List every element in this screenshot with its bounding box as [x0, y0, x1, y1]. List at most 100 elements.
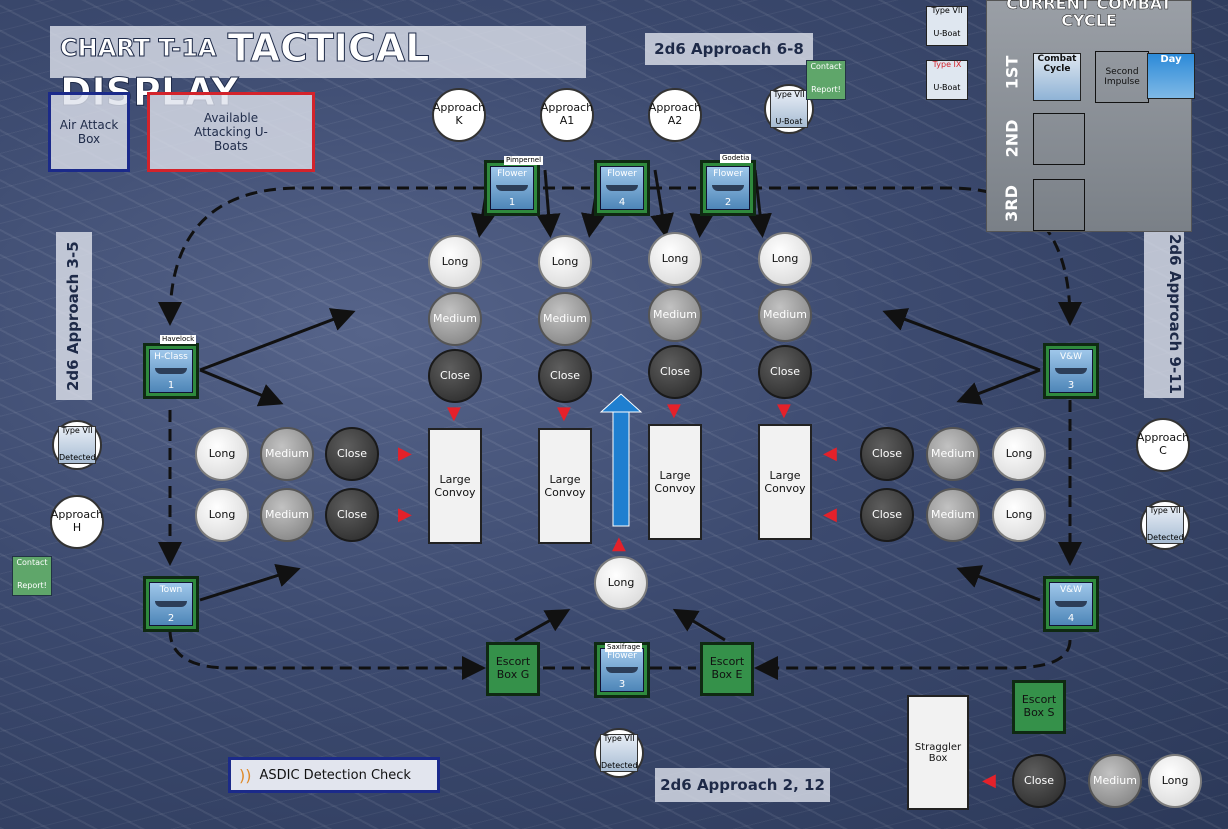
ship-counter: H-Class 1	[149, 349, 193, 393]
large-convoy-4[interactable]: Large Convoy	[758, 424, 812, 540]
col1-long[interactable]: Long	[428, 235, 482, 289]
approach-k[interactable]: Approach K	[432, 88, 486, 142]
asdic-label: ASDIC Detection Check	[259, 767, 411, 783]
left-row1-long[interactable]: Long	[195, 427, 249, 481]
right-row1-close[interactable]: Close	[860, 427, 914, 481]
uboat-token-detected[interactable]: Type VII Detected	[1140, 500, 1190, 550]
escort-ship-flower-1[interactable]: Flower 1	[484, 160, 540, 216]
air-attack-label: Air Attack Box	[59, 118, 119, 146]
arrow-down-icon: ▼	[557, 403, 571, 424]
ship-silhouette-icon	[1055, 368, 1087, 374]
left-row2-medium[interactable]: Medium	[260, 488, 314, 542]
col1-medium[interactable]: Medium	[428, 292, 482, 346]
escort-box-e[interactable]: Escort Box E	[700, 642, 754, 696]
approach-label-left: 2d6 Approach 3-5	[56, 232, 92, 400]
arrow-down-icon: ▼	[667, 400, 681, 421]
title-chart-id: CHART T-1A	[59, 34, 217, 63]
escort-ship-town-2[interactable]: Town 2	[143, 576, 199, 632]
approach-label-bottom: 2d6 Approach 2, 12	[655, 768, 830, 802]
approach-h[interactable]: Approach H	[50, 495, 104, 549]
straggler-box[interactable]: Straggler Box	[907, 695, 969, 810]
straggler-close[interactable]: Close	[1012, 754, 1066, 808]
large-convoy-2[interactable]: Large Convoy	[538, 428, 592, 544]
cycle-slot-3[interactable]	[1033, 179, 1085, 231]
col2-medium[interactable]: Medium	[538, 292, 592, 346]
ship-silhouette-icon	[155, 601, 187, 607]
ship-tag: Havelock	[160, 335, 197, 344]
large-convoy-3[interactable]: Large Convoy	[648, 424, 702, 540]
large-convoy-1[interactable]: Large Convoy	[428, 428, 482, 544]
cycle-row-2: 2ND	[1002, 119, 1022, 158]
arrow-down-icon: ▼	[777, 400, 791, 421]
straggler-label: Straggler Box	[914, 741, 962, 764]
approach-a1[interactable]: Approach A1	[540, 88, 594, 142]
uboat-type-vii-counter[interactable]: Type VII U-Boat	[926, 6, 968, 46]
approach-label-top: 2d6 Approach 6-8	[645, 33, 813, 65]
approach-label-right: 2d6 Approach 9-11	[1144, 230, 1184, 398]
right-row2-long[interactable]: Long	[992, 488, 1046, 542]
straggler-medium[interactable]: Medium	[1088, 754, 1142, 808]
col4-medium[interactable]: Medium	[758, 288, 812, 342]
approach-c[interactable]: Approach C	[1136, 418, 1190, 472]
contact-report-token[interactable]: Contact Report!	[12, 556, 52, 596]
col4-long[interactable]: Long	[758, 232, 812, 286]
right-row2-medium[interactable]: Medium	[926, 488, 980, 542]
escort-ship-flower-2[interactable]: Flower 2	[700, 160, 756, 216]
col2-close[interactable]: Close	[538, 349, 592, 403]
col3-close[interactable]: Close	[648, 345, 702, 399]
escort-ship-flower-4[interactable]: Flower 4	[594, 160, 650, 216]
arrow-left-icon: ◀	[823, 504, 837, 525]
second-impulse-box[interactable]: Second Impulse	[1095, 51, 1149, 103]
uboat-counter: Type VII Detected	[1146, 506, 1184, 544]
ship-silhouette-icon	[496, 185, 528, 191]
ship-silhouette-icon	[606, 667, 638, 673]
right-row1-long[interactable]: Long	[992, 427, 1046, 481]
arrow-left-icon: ◀	[982, 770, 996, 791]
left-row2-long[interactable]: Long	[195, 488, 249, 542]
col2-long[interactable]: Long	[538, 235, 592, 289]
ship-counter: Flower 2	[706, 166, 750, 210]
left-row2-close[interactable]: Close	[325, 488, 379, 542]
uboat-token-detected[interactable]: Type VII Detected	[594, 728, 644, 778]
bottom-long[interactable]: Long	[594, 556, 648, 610]
cycle-row-1: 1ST	[1002, 55, 1022, 90]
col3-medium[interactable]: Medium	[648, 288, 702, 342]
contact-report-token[interactable]: Contact Report!	[806, 60, 846, 100]
ship-silhouette-icon	[606, 185, 638, 191]
left-row1-medium[interactable]: Medium	[260, 427, 314, 481]
escort-ship-vw-3[interactable]: V&W 3	[1043, 343, 1099, 399]
uboat-counter: Type VII Detected	[600, 734, 638, 772]
cycle-slot-2[interactable]	[1033, 113, 1085, 165]
available-uboats-box[interactable]: Available Attacking U-Boats	[147, 92, 315, 172]
col3-long[interactable]: Long	[648, 232, 702, 286]
ship-tag: Godetia	[720, 154, 752, 163]
approach-a2[interactable]: Approach A2	[648, 88, 702, 142]
ship-counter: V&W 4	[1049, 582, 1093, 626]
ship-counter: Flower 3	[600, 648, 644, 692]
asdic-check-legend: )) ASDIC Detection Check	[228, 757, 440, 793]
cycle-row-3: 3RD	[1001, 185, 1021, 222]
day-marker[interactable]: Day	[1147, 53, 1195, 99]
escort-box-g[interactable]: Escort Box G	[486, 642, 540, 696]
combat-cycle-marker[interactable]: Combat Cycle	[1033, 53, 1081, 101]
escort-ship-hclass-1[interactable]: H-Class 1	[143, 343, 199, 399]
escort-ship-vw-4[interactable]: V&W 4	[1043, 576, 1099, 632]
ship-tag: Saxifrage	[605, 643, 643, 652]
left-row1-close[interactable]: Close	[325, 427, 379, 481]
arrow-down-icon: ▼	[447, 403, 461, 424]
arrow-left-icon: ◀	[823, 443, 837, 464]
right-row1-medium[interactable]: Medium	[926, 427, 980, 481]
ship-counter: Flower 1	[490, 166, 534, 210]
available-uboats-label: Available Attacking U-Boats	[194, 111, 268, 153]
ship-silhouette-icon	[155, 368, 187, 374]
straggler-long[interactable]: Long	[1148, 754, 1202, 808]
col4-close[interactable]: Close	[758, 345, 812, 399]
arrow-up-icon: ▲	[612, 533, 626, 554]
escort-box-s[interactable]: Escort Box S	[1012, 680, 1066, 734]
uboat-type-ix-counter[interactable]: Type IX U-Boat	[926, 60, 968, 100]
col1-close[interactable]: Close	[428, 349, 482, 403]
air-attack-box[interactable]: Air Attack Box	[48, 92, 130, 172]
uboat-counter: Type VII Detected	[58, 426, 96, 464]
right-row2-close[interactable]: Close	[860, 488, 914, 542]
uboat-token-detected[interactable]: Type VII Detected	[52, 420, 102, 470]
